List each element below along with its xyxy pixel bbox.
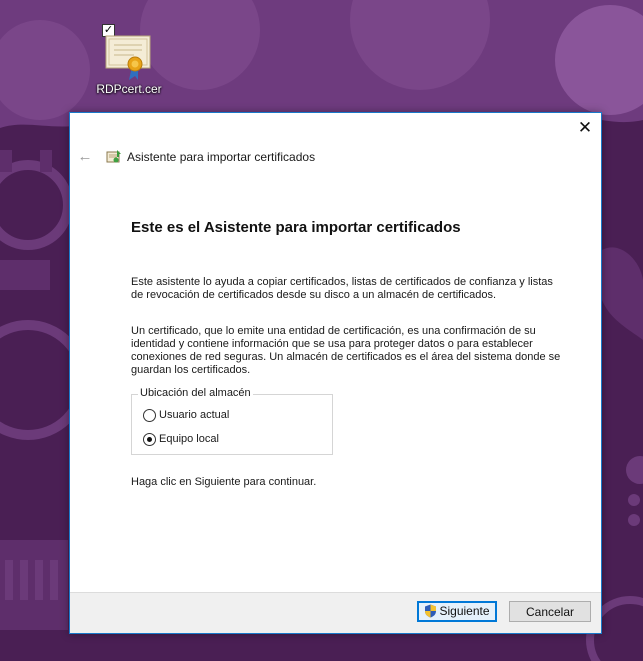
- close-button[interactable]: ✕: [569, 113, 601, 143]
- certificate-wizard-icon: [106, 150, 121, 163]
- store-location-legend: Ubicación del almacén: [138, 387, 253, 399]
- radio-label-local-machine: Equipo local: [159, 433, 219, 445]
- back-arrow-icon[interactable]: ←: [76, 148, 94, 166]
- desktop: ✓ RDPcert.cer ✕ ← Asistente para importa…: [0, 0, 643, 661]
- wizard-title: Asistente para importar certificados: [127, 150, 316, 164]
- certificate-file-icon: [105, 35, 151, 80]
- radio-button-selected[interactable]: [143, 433, 156, 446]
- desktop-icon-rdpcert[interactable]: ✓ RDPcert.cer: [96, 24, 162, 98]
- intro-paragraph: Este asistente lo ayuda a copiar certifi…: [131, 276, 553, 301]
- next-button[interactable]: Siguiente: [417, 601, 497, 622]
- radio-button[interactable]: [143, 409, 156, 422]
- store-location-group: Ubicación del almacén Usuario actual Equ…: [131, 387, 333, 455]
- wizard-header: ← Asistente para importar certificados: [70, 147, 601, 169]
- page-title: Este es el Asistente para importar certi…: [131, 219, 461, 236]
- next-button-label: Siguiente: [439, 604, 490, 618]
- continue-instruction: Haga clic en Siguiente para continuar.: [131, 476, 317, 488]
- uac-shield-icon: [425, 604, 437, 618]
- description-paragraph: Un certificado, que lo emite una entidad…: [131, 325, 561, 376]
- cancel-button[interactable]: Cancelar: [509, 601, 591, 622]
- dialog-footer: Siguiente Cancelar: [70, 592, 601, 633]
- desktop-icon-label: RDPcert.cer: [96, 82, 162, 96]
- certificate-import-wizard-dialog: ✕ ← Asistente para importar certificados…: [69, 112, 602, 634]
- radio-label-current-user: Usuario actual: [159, 409, 230, 421]
- radio-selected-dot: [147, 437, 152, 442]
